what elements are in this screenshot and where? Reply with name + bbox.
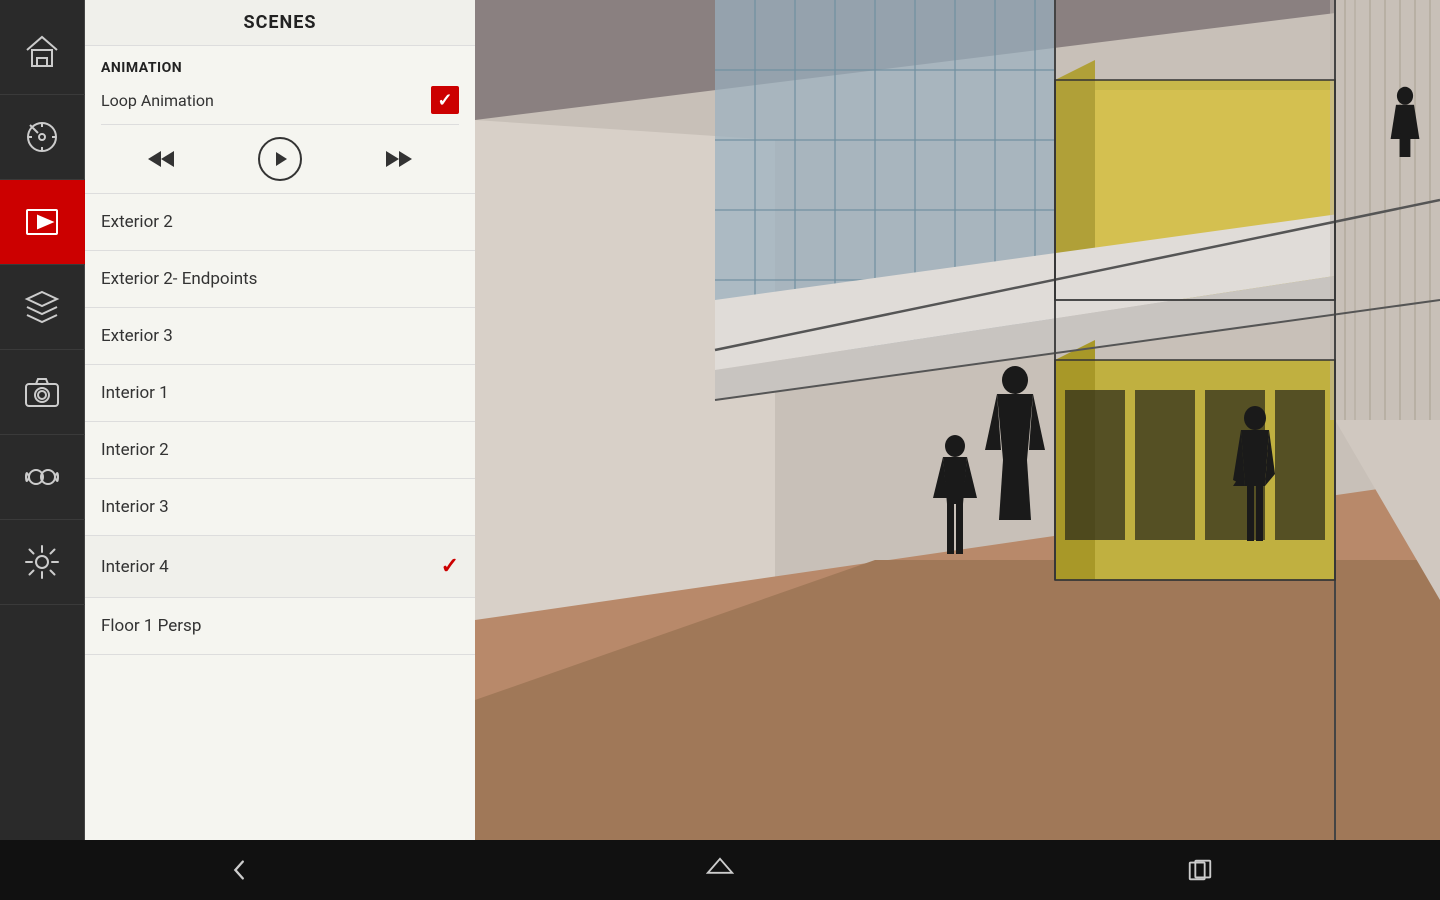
scene-item-floor1persp[interactable]: Floor 1 Persp [85,598,475,655]
loop-animation-checkbox[interactable] [431,86,459,114]
scene-item-exterior2[interactable]: Exterior 2 [85,194,475,251]
sidebar-item-camera[interactable] [0,350,85,435]
scene-name: Interior 4 [101,557,169,577]
scene-name: Exterior 2- Endpoints [101,269,257,289]
play-button[interactable] [258,137,302,181]
sidebar-item-settings[interactable] [0,520,85,605]
scene-item-interior3[interactable]: Interior 3 [85,479,475,536]
scenes-title: SCENES [244,12,317,33]
scene-name: Interior 3 [101,497,169,517]
scene-name: Interior 1 [101,383,169,403]
animation-section: ANIMATION Loop Animation [85,46,475,194]
viewport[interactable] [475,0,1440,840]
icon-bar [0,0,85,840]
sidebar-item-scenes[interactable] [0,180,85,265]
scene-item-interior2[interactable]: Interior 2 [85,422,475,479]
sidebar-item-measure[interactable] [0,95,85,180]
nav-bar [0,840,1440,900]
recents-button[interactable] [1160,845,1240,895]
loop-animation-text: Loop Animation [101,91,214,110]
scenes-list: Exterior 2 Exterior 2- Endpoints Exterio… [85,194,475,840]
loop-animation-row: Loop Animation [101,86,459,125]
fastforward-button[interactable] [377,137,421,181]
app-container: SCENES ANIMATION Loop Animation [0,0,1440,900]
scene-item-exterior2ep[interactable]: Exterior 2- Endpoints [85,251,475,308]
scene-name: Exterior 3 [101,326,173,346]
animation-label: ANIMATION [101,60,459,76]
main-area: SCENES ANIMATION Loop Animation [0,0,1440,840]
sidebar-item-layers[interactable] [0,265,85,350]
scenes-header: SCENES [85,0,475,46]
scene-name: Exterior 2 [101,212,173,232]
scenes-panel: SCENES ANIMATION Loop Animation [85,0,475,840]
back-button[interactable] [200,845,280,895]
scene-name: Floor 1 Persp [101,616,201,636]
scene-item-interior4[interactable]: Interior 4 ✓ [85,536,475,598]
scene-name: Interior 2 [101,440,169,460]
scene-item-exterior3[interactable]: Exterior 3 [85,308,475,365]
sidebar-item-home[interactable] [0,10,85,95]
scene-item-interior1[interactable]: Interior 1 [85,365,475,422]
playback-controls [101,125,459,187]
sidebar-item-vr[interactable] [0,435,85,520]
home-button[interactable] [680,845,760,895]
rewind-button[interactable] [139,137,183,181]
scene-checkmark: ✓ [441,554,459,579]
